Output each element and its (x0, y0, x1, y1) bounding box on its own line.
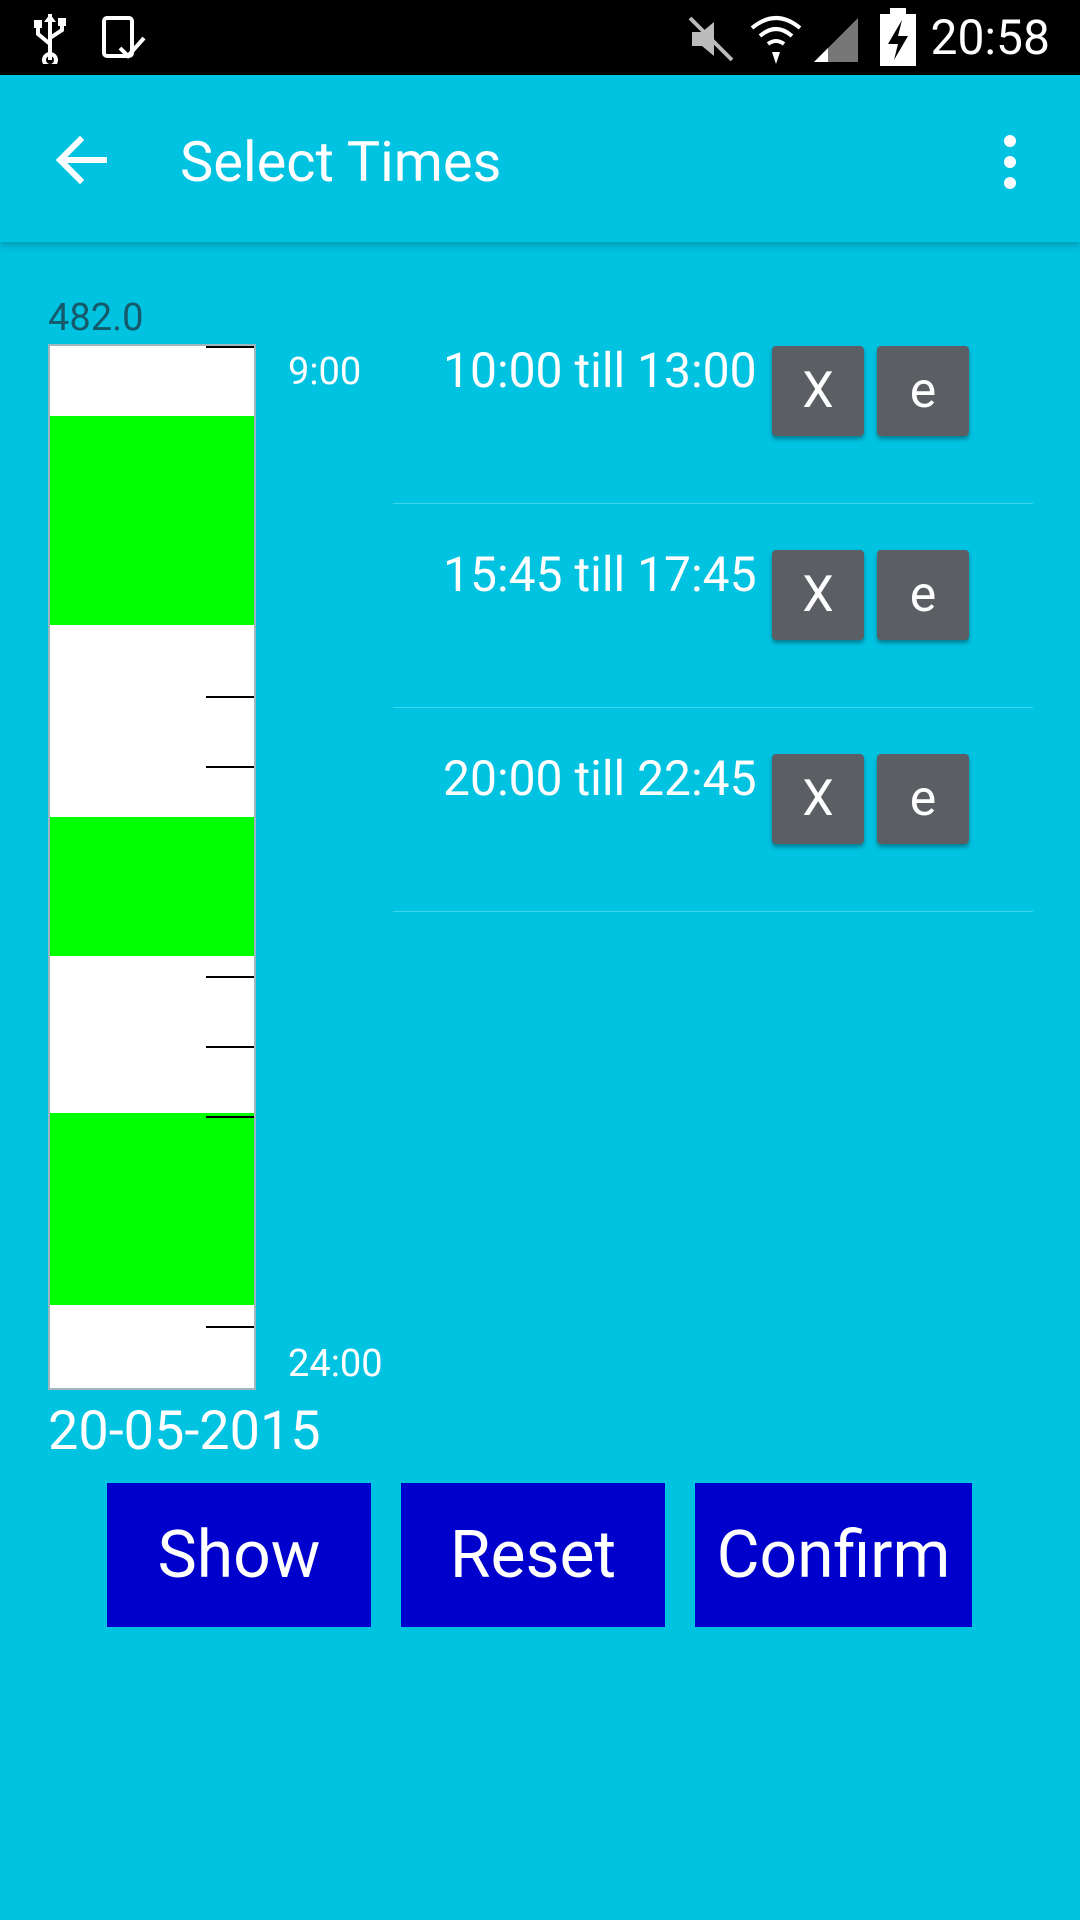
timeline-tick (206, 976, 254, 978)
edit-slot-button[interactable]: e (877, 346, 969, 436)
vibrate-mute-icon (688, 16, 734, 62)
status-bar: 20:58 (0, 0, 1080, 75)
wifi-icon (750, 16, 802, 64)
timeline-tick (206, 1326, 254, 1328)
timeline-tick (206, 1116, 254, 1118)
download-done-icon (102, 16, 146, 59)
slot-time-label: 10:00 till 13:00 (443, 342, 757, 399)
booked-time-block (50, 816, 254, 957)
timeline-end-label: 24:00 (288, 1342, 383, 1386)
timeline-tick (206, 346, 254, 348)
date-label: 20-05-2015 (48, 1400, 321, 1463)
page-title: Select Times (180, 129, 502, 195)
slot-time-label: 15:45 till 17:45 (443, 546, 757, 603)
booked-time-block (50, 1113, 254, 1305)
slot-time-label: 20:00 till 22:45 (443, 750, 757, 807)
booked-time-block (50, 415, 254, 625)
app-bar: Select Times (0, 75, 1080, 242)
edit-slot-button[interactable]: e (877, 754, 969, 844)
list-item: 20:00 till 22:45 X e (393, 708, 1033, 912)
timeline-start-label: 9:00 (288, 350, 362, 394)
delete-slot-button[interactable]: X (772, 754, 864, 844)
battery-charging-icon (880, 8, 916, 66)
timeline-bar[interactable] (48, 344, 256, 1390)
list-item: 15:45 till 17:45 X e (393, 504, 1033, 708)
timeline-tick (206, 1046, 254, 1048)
timeline-top-value: 482.0 (48, 296, 144, 340)
show-button[interactable]: Show (107, 1483, 371, 1627)
time-slot-list: 10:00 till 13:00 X e 15:45 till 17:45 X … (393, 300, 1033, 912)
timeline-tick (206, 696, 254, 698)
delete-slot-button[interactable]: X (772, 346, 864, 436)
list-item: 10:00 till 13:00 X e (393, 300, 1033, 504)
confirm-button[interactable]: Confirm (695, 1483, 972, 1627)
usb-icon (34, 14, 66, 64)
status-time: 20:58 (930, 9, 1050, 66)
signal-icon (814, 18, 858, 62)
edit-slot-button[interactable]: e (877, 550, 969, 640)
delete-slot-button[interactable]: X (772, 550, 864, 640)
reset-button[interactable]: Reset (401, 1483, 665, 1627)
more-vert-icon[interactable] (990, 127, 1030, 197)
arrow-left-icon[interactable] (48, 125, 118, 195)
timeline-tick (206, 766, 254, 768)
